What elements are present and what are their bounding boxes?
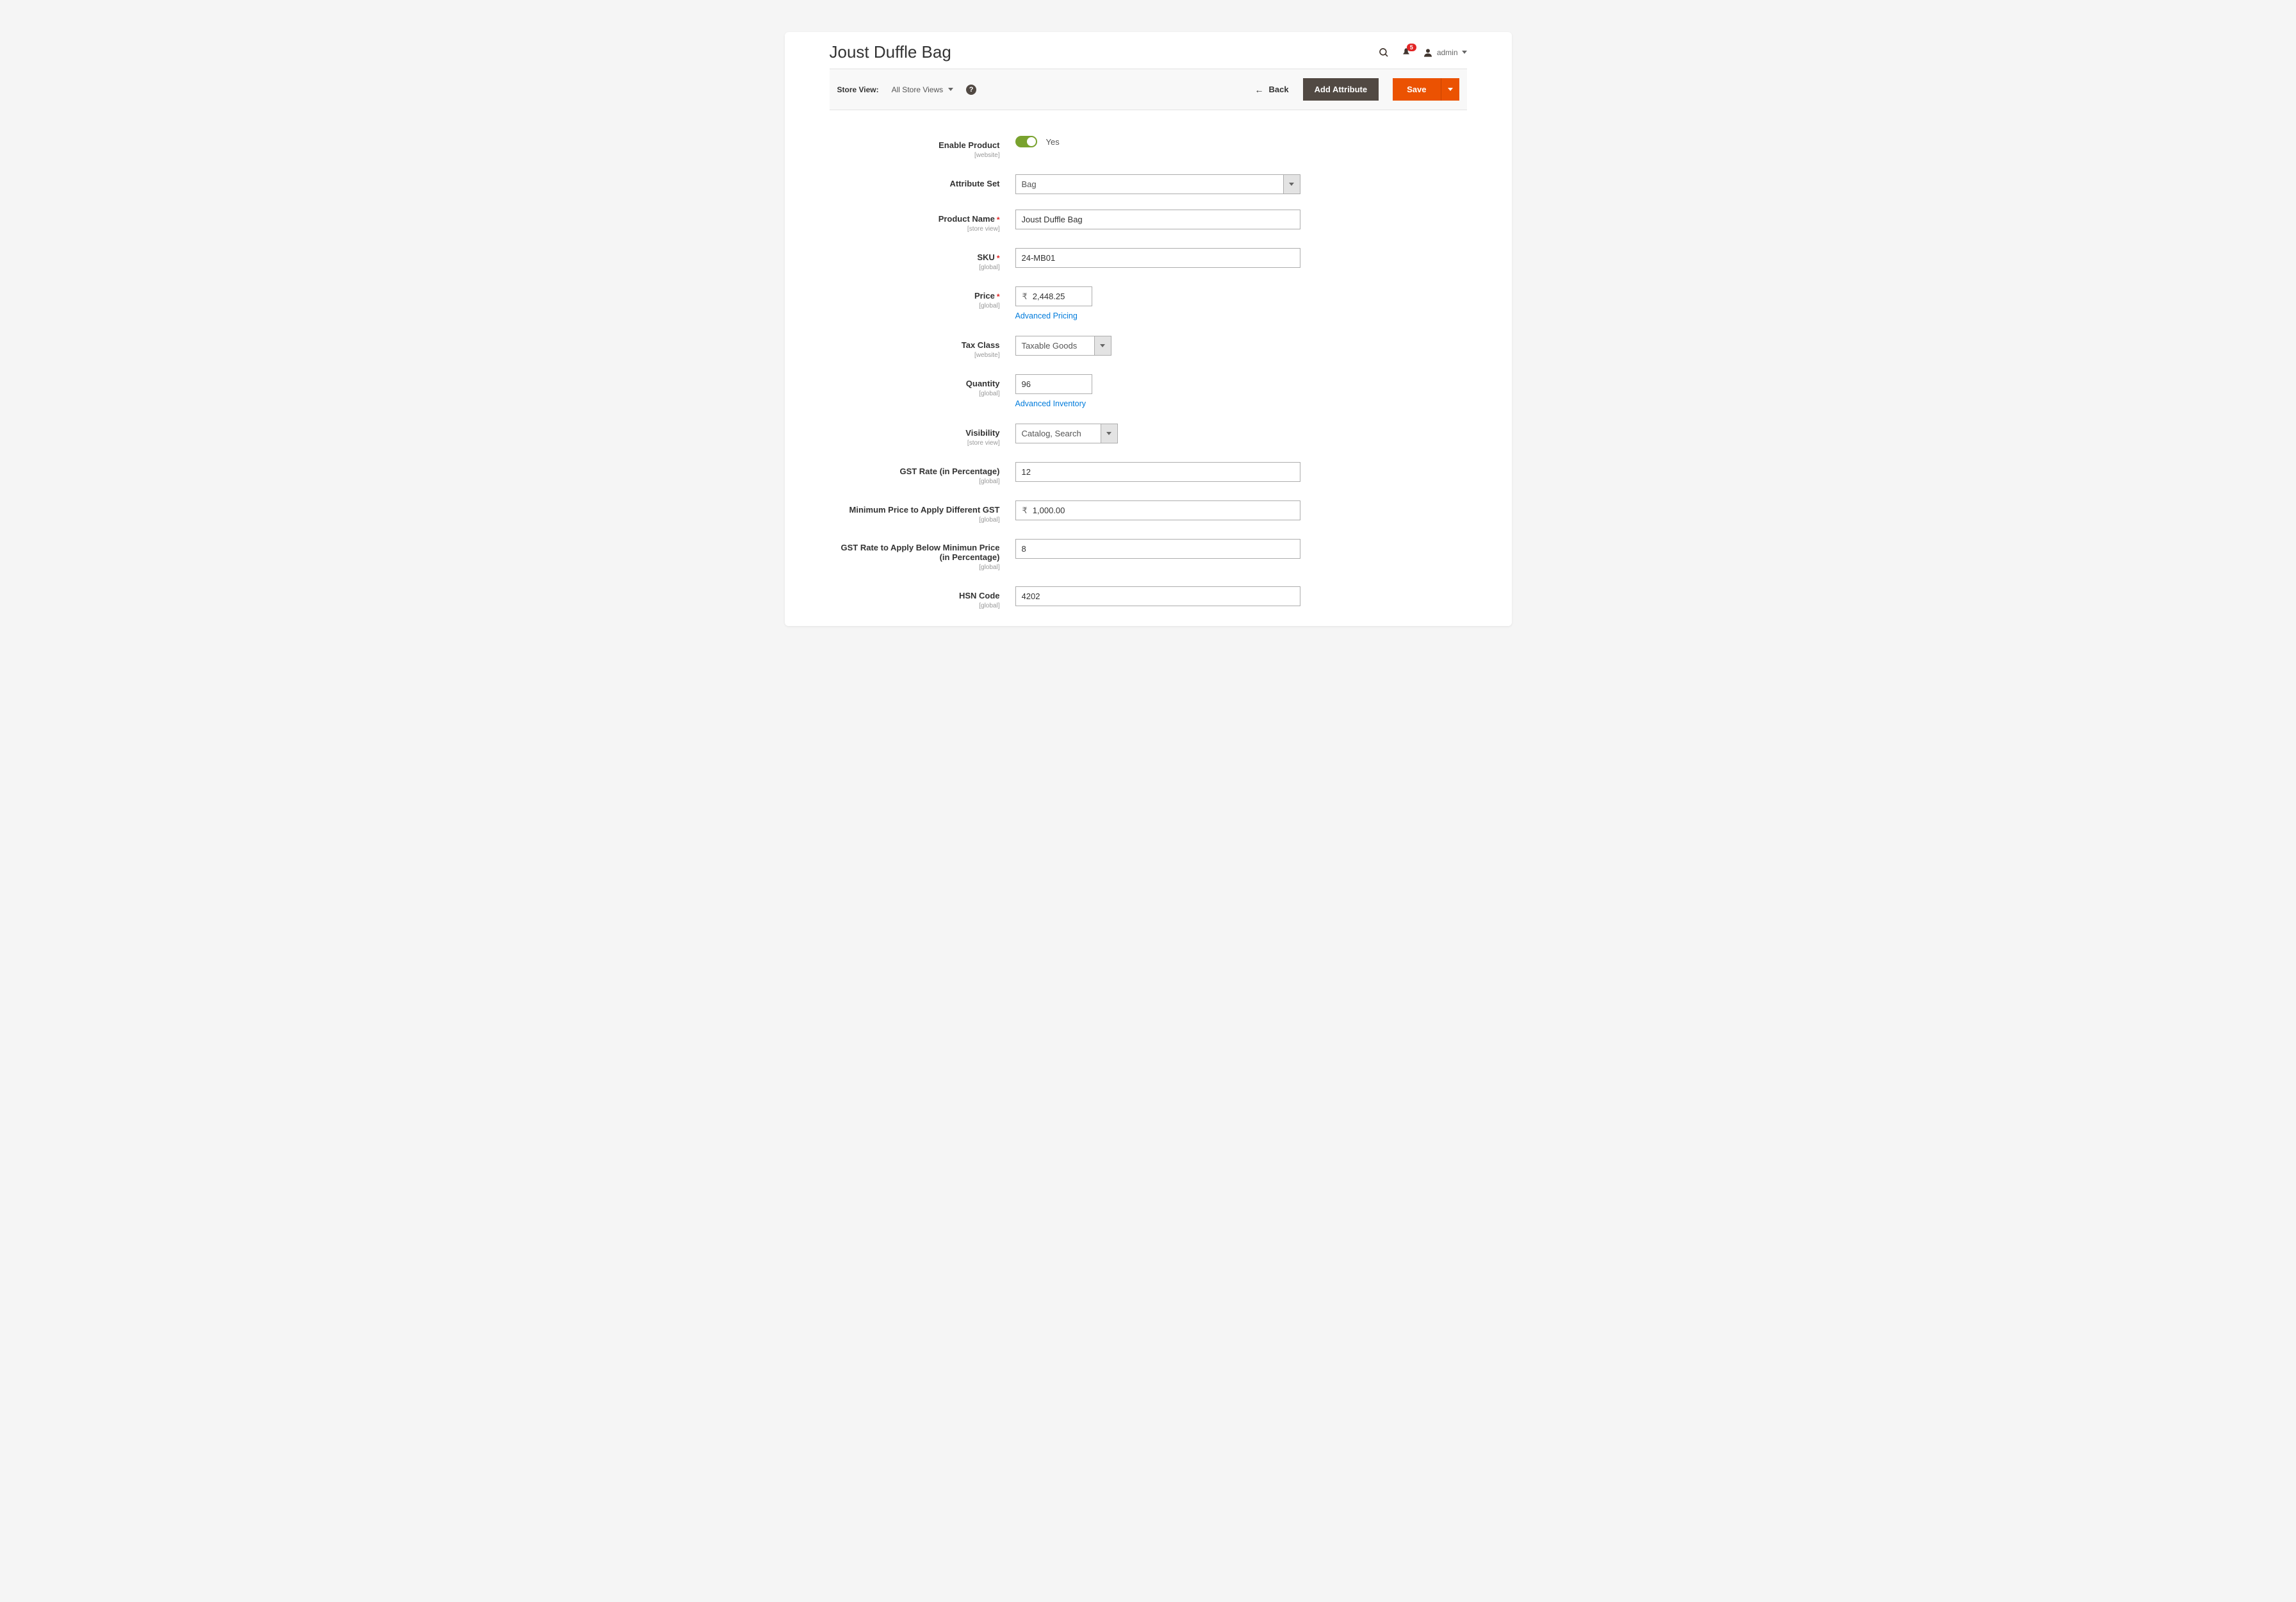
row-attribute-set: Attribute Set Bag: [830, 174, 1467, 194]
row-gst-rate-below: GST Rate to Apply Below Minimun Price (i…: [830, 539, 1467, 571]
price-label: Price*: [974, 291, 999, 301]
currency-symbol: ₹: [1016, 292, 1033, 302]
product-name-input[interactable]: [1015, 210, 1300, 229]
enable-product-value: Yes: [1046, 137, 1060, 147]
tax-class-value: Taxable Goods: [1016, 336, 1094, 355]
gst-rate-below-label: GST Rate to Apply Below Minimun Price (i…: [830, 543, 1000, 562]
currency-symbol: ₹: [1016, 506, 1033, 516]
toolbar-right: ← Back Add Attribute Save: [1254, 78, 1459, 101]
row-visibility: Visibility [store view] Catalog, Search: [830, 424, 1467, 447]
product-name-label: Product Name*: [939, 214, 1000, 224]
store-view-label: Store View:: [837, 85, 879, 94]
toggle-knob: [1027, 137, 1036, 146]
price-input[interactable]: [1033, 287, 1092, 306]
advanced-inventory-link[interactable]: Advanced Inventory: [1015, 399, 1086, 408]
chevron-down-icon: [1100, 344, 1105, 347]
scope-label: [global]: [830, 302, 1000, 310]
add-attribute-button[interactable]: Add Attribute: [1303, 78, 1379, 101]
select-dropdown-button[interactable]: [1101, 424, 1117, 443]
scope-label: [global]: [830, 478, 1000, 485]
scope-label: [store view]: [830, 226, 1000, 233]
hsn-code-label: HSN Code: [959, 591, 1000, 600]
admin-panel: Joust Duffle Bag 5 admin Store View: All…: [785, 32, 1512, 626]
chevron-down-icon: [1289, 183, 1294, 186]
tax-class-select[interactable]: Taxable Goods: [1015, 336, 1111, 356]
toolbar: Store View: All Store Views ? ← Back Add…: [830, 69, 1467, 110]
page-title: Joust Duffle Bag: [830, 42, 951, 62]
back-label: Back: [1268, 85, 1288, 94]
min-price-gst-label: Minimum Price to Apply Different GST: [849, 505, 1000, 515]
help-icon[interactable]: ?: [966, 85, 976, 95]
notifications-button[interactable]: 5: [1401, 47, 1411, 58]
scope-label: [store view]: [830, 440, 1000, 447]
chevron-down-icon: [1448, 88, 1453, 91]
product-form: Enable Product [website] Yes Attribute S…: [785, 110, 1512, 609]
chevron-down-icon: [948, 88, 953, 91]
sku-input[interactable]: [1015, 248, 1300, 268]
header-bar: Joust Duffle Bag 5 admin: [785, 32, 1512, 69]
hsn-code-input[interactable]: [1015, 586, 1300, 606]
sku-label: SKU*: [977, 252, 999, 263]
scope-label: [website]: [830, 152, 1000, 159]
back-button[interactable]: ← Back: [1254, 85, 1288, 95]
store-view-value: All Store Views: [892, 85, 943, 94]
visibility-value: Catalog, Search: [1016, 424, 1101, 443]
quantity-label: Quantity: [966, 379, 1000, 388]
enable-product-label: Enable Product: [939, 140, 999, 150]
row-price: Price* [global] ₹ Advanced Pricing: [830, 286, 1467, 320]
row-product-name: Product Name* [store view]: [830, 210, 1467, 233]
row-tax-class: Tax Class [website] Taxable Goods: [830, 336, 1467, 359]
min-price-gst-input-group: ₹: [1015, 500, 1300, 520]
notifications-badge: 5: [1407, 44, 1416, 52]
tax-class-label: Tax Class: [962, 340, 1000, 350]
user-menu[interactable]: admin: [1423, 47, 1467, 58]
user-label: admin: [1437, 48, 1458, 57]
attribute-set-value: Bag: [1016, 175, 1283, 194]
enable-product-toggle[interactable]: [1015, 136, 1037, 147]
scope-label: [website]: [830, 352, 1000, 359]
store-view-selector[interactable]: All Store Views: [892, 85, 953, 94]
scope-label: [global]: [830, 602, 1000, 609]
header-actions: 5 admin: [1378, 47, 1467, 58]
row-quantity: Quantity [global] Advanced Inventory: [830, 374, 1467, 408]
visibility-label: Visibility: [965, 428, 999, 438]
required-star: *: [997, 254, 1000, 263]
user-icon: [1423, 47, 1433, 58]
save-dropdown-button[interactable]: [1441, 78, 1459, 101]
attribute-set-label: Attribute Set: [950, 179, 1000, 188]
arrow-left-icon: ←: [1254, 85, 1263, 95]
gst-rate-input[interactable]: [1015, 462, 1300, 482]
scope-label: [global]: [830, 564, 1000, 571]
scope-label: [global]: [830, 264, 1000, 271]
save-button[interactable]: Save: [1393, 78, 1440, 101]
scope-label: [global]: [830, 390, 1000, 397]
row-min-price-gst: Minimum Price to Apply Different GST [gl…: [830, 500, 1467, 524]
row-sku: SKU* [global]: [830, 248, 1467, 271]
select-dropdown-button[interactable]: [1094, 336, 1111, 355]
row-hsn-code: HSN Code [global]: [830, 586, 1467, 609]
search-icon[interactable]: [1378, 47, 1390, 58]
price-input-group: ₹: [1015, 286, 1092, 306]
row-gst-rate: GST Rate (in Percentage) [global]: [830, 462, 1467, 485]
advanced-pricing-link[interactable]: Advanced Pricing: [1015, 311, 1078, 320]
required-star: *: [997, 292, 1000, 301]
row-enable-product: Enable Product [website] Yes: [830, 136, 1467, 159]
required-star: *: [997, 215, 1000, 224]
attribute-set-select[interactable]: Bag: [1015, 174, 1300, 194]
chevron-down-icon: [1462, 51, 1467, 54]
chevron-down-icon: [1106, 432, 1111, 435]
visibility-select[interactable]: Catalog, Search: [1015, 424, 1118, 443]
toolbar-left: Store View: All Store Views ?: [837, 85, 977, 95]
select-dropdown-button[interactable]: [1283, 175, 1300, 194]
scope-label: [global]: [830, 516, 1000, 524]
gst-rate-label: GST Rate (in Percentage): [899, 467, 999, 476]
gst-rate-below-input[interactable]: [1015, 539, 1300, 559]
save-button-group: Save: [1393, 78, 1459, 101]
min-price-gst-input[interactable]: [1033, 501, 1300, 520]
quantity-input[interactable]: [1015, 374, 1092, 394]
